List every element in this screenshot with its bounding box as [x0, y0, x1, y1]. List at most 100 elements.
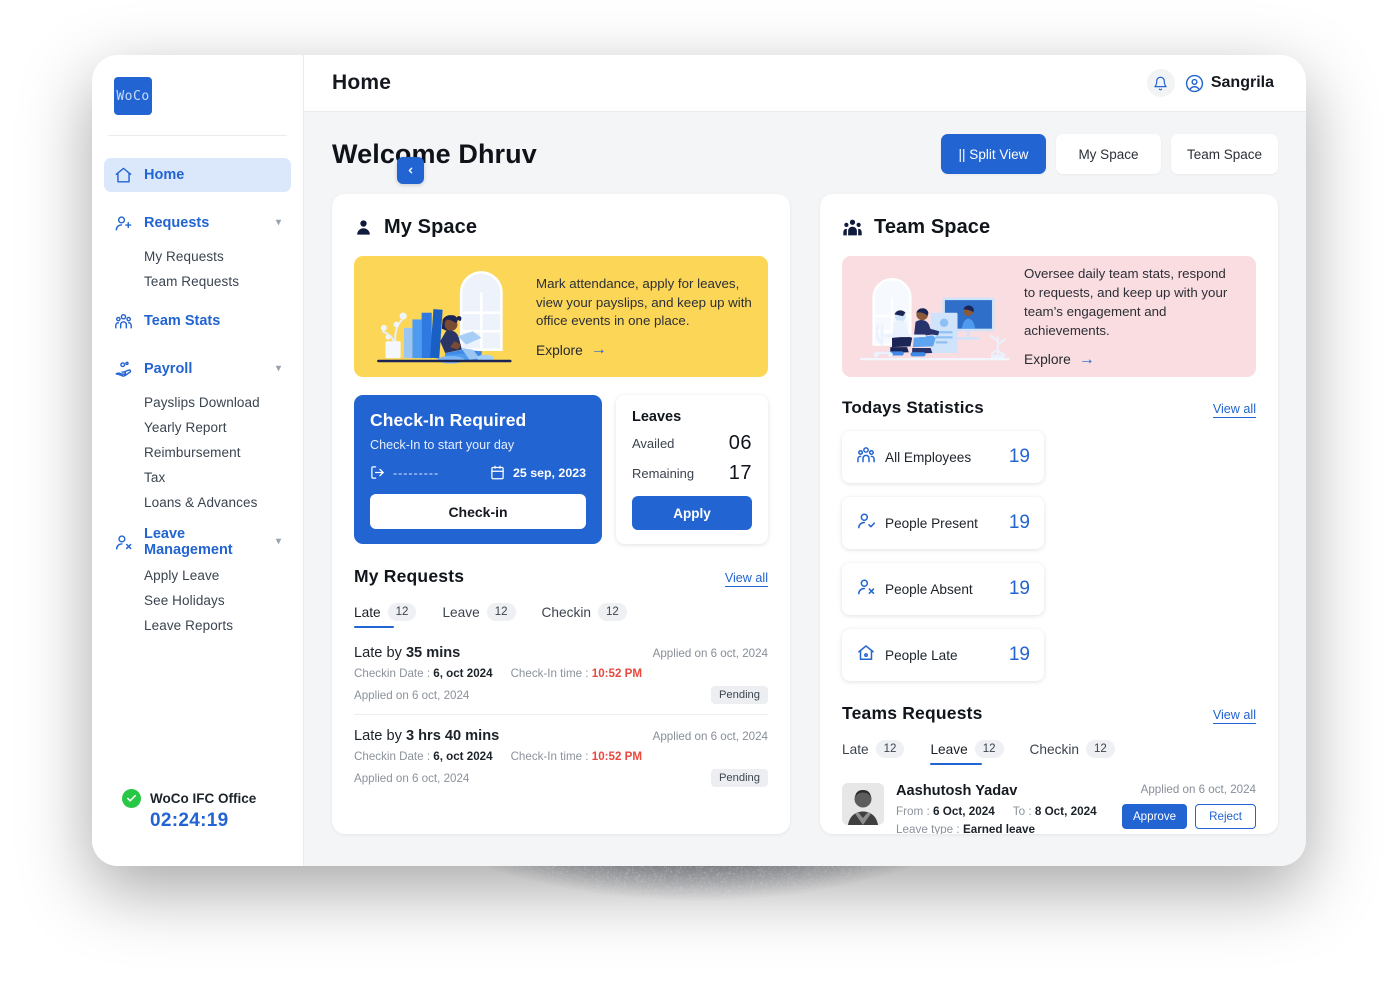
tab-late[interactable]: Late 12	[842, 740, 904, 765]
app-window: WoCo Home Requests ▾ My Requests Team Reques…	[92, 55, 1306, 866]
stat-card-all-employees[interactable]: All Employees 19	[842, 431, 1044, 483]
welcome-title: Welcome Dhruv	[332, 139, 537, 170]
my-request-item[interactable]: Late by 35 mins Applied on 6 oct, 2024 C…	[354, 632, 768, 715]
app-logo[interactable]: WoCo	[114, 77, 152, 115]
stat-card-people-absent[interactable]: People Absent 19	[842, 563, 1044, 615]
notification-bell-button[interactable]	[1147, 69, 1175, 97]
sidebar-item-requests[interactable]: Requests ▾	[104, 206, 291, 240]
statistics-grid: All Employees 19 People Present 19 People Ab…	[842, 431, 1256, 681]
chevron-left-icon	[406, 166, 415, 175]
office-status: WoCo IFC Office 02:24:19	[92, 789, 303, 866]
leave-to-value: 8 Oct, 2024	[1035, 805, 1097, 818]
arrow-right-icon: →	[591, 342, 607, 358]
request-applied-footer: Applied on 6 oct, 2024	[354, 772, 469, 785]
sidebar-subitem-apply-leave[interactable]: Apply Leave	[104, 563, 291, 588]
sidebar: WoCo Home Requests ▾ My Requests Team Reques…	[92, 55, 304, 866]
leave-from-value: 6 Oct, 2024	[933, 805, 995, 818]
sidebar-item-leave-management[interactable]: Leave Management ▾	[104, 525, 291, 559]
tab-leave[interactable]: Leave 12	[930, 740, 1003, 765]
team-requests-title: Teams Requests	[842, 703, 983, 724]
tab-late[interactable]: Late 12	[354, 603, 416, 628]
user-menu[interactable]: Sangrila	[1185, 74, 1274, 93]
sidebar-subitem-reimbursement[interactable]: Reimbursement	[104, 440, 291, 465]
team-space-header: Team Space	[842, 216, 1256, 239]
sidebar-subitem-leave-reports[interactable]: Leave Reports	[104, 613, 291, 638]
checkin-time-label: Check-In time :	[511, 750, 592, 763]
team-requests-block: Teams Requests View all Late 12 Leave 12 Che…	[842, 703, 1256, 834]
sidebar-nav: Home Requests ▾ My Requests Team Requests Tea…	[92, 158, 303, 648]
content: Welcome Dhruv || Split View My Space Team …	[304, 112, 1306, 866]
sidebar-subitem-my-requests[interactable]: My Requests	[104, 244, 291, 269]
tab-checkin[interactable]: Checkin 12	[1030, 740, 1115, 765]
reject-button[interactable]: Reject	[1195, 804, 1256, 829]
sidebar-collapse-button[interactable]	[397, 157, 424, 184]
checkin-time-label: Check-In time :	[511, 667, 592, 680]
leave-to: To : 8 Oct, 2024	[1013, 805, 1097, 818]
tab-label: Leave	[442, 605, 479, 620]
sidebar-subitem-yearly-report[interactable]: Yearly Report	[104, 415, 291, 440]
stat-value: 19	[1009, 644, 1030, 666]
my-space-banner-text: Mark attendance, apply for leaves, view …	[536, 275, 752, 332]
leave-value: 17	[729, 462, 752, 485]
team-space-explore-link[interactable]: Explore →	[1024, 352, 1240, 368]
nav-spacer	[104, 196, 291, 206]
checkin-time-value: 10:52 PM	[592, 667, 642, 680]
checkin-subtitle: Check-In to start your day	[370, 438, 586, 452]
view-button-split-view[interactable]: || Split View	[941, 134, 1046, 174]
tab-checkin[interactable]: Checkin 12	[542, 603, 627, 628]
tab-leave[interactable]: Leave 12	[442, 603, 515, 628]
apply-leave-button[interactable]: Apply	[632, 496, 752, 530]
tab-count: 12	[388, 603, 417, 621]
view-button-my-space[interactable]: My Space	[1056, 134, 1161, 174]
sidebar-item-label: Home	[144, 167, 184, 183]
sidebar-subitem-loans-advances[interactable]: Loans & Advances	[104, 490, 291, 515]
my-space-explore-link[interactable]: Explore →	[536, 342, 752, 358]
sidebar-item-payroll[interactable]: Payroll ▾	[104, 352, 291, 386]
request-duration: 35 mins	[406, 645, 460, 661]
topbar-right: Sangrila	[1147, 69, 1274, 97]
request-footer: Applied on 6 oct, 2024 Pending	[354, 769, 768, 787]
stat-label: All Employees	[885, 450, 971, 465]
my-requests-view-all[interactable]: View all	[725, 570, 768, 587]
checkin-date-value: 25 sep, 2023	[513, 466, 586, 480]
leave-row: Availed 06	[632, 432, 752, 455]
person-icon	[354, 218, 373, 237]
leave-type-label: Leave type :	[896, 823, 963, 834]
user-circle-icon	[1185, 74, 1204, 93]
sidebar-subitem-team-requests[interactable]: Team Requests	[104, 269, 291, 294]
view-button-team-space[interactable]: Team Space	[1171, 134, 1278, 174]
sidebar-item-label: Leave Management	[144, 526, 265, 558]
stat-card-people-late[interactable]: People Late 19	[842, 629, 1044, 681]
checkin-title: Check-In Required	[370, 410, 586, 431]
tab-label: Late	[842, 742, 869, 757]
sidebar-item-label: Payroll	[144, 361, 192, 377]
sidebar-subitem-payslips-download[interactable]: Payslips Download	[104, 390, 291, 415]
status-badge: Pending	[711, 769, 768, 787]
statistics-view-all[interactable]: View all	[1213, 401, 1256, 418]
my-requests-tabs: Late 12 Leave 12 Checkin 12	[354, 603, 768, 628]
my-request-item[interactable]: Late by 3 hrs 40 mins Applied on 6 oct, …	[354, 715, 768, 797]
request-headline: Late by 3 hrs 40 mins Applied on 6 oct, …	[354, 728, 768, 744]
check-in-button[interactable]: Check-in	[370, 494, 586, 529]
my-space-explore-label: Explore	[536, 343, 583, 358]
check-circle-icon	[122, 789, 141, 808]
page-title: Home	[332, 71, 391, 95]
stat-label: People Absent	[885, 582, 973, 597]
checkin-card: Check-In Required Check-In to start your…	[354, 395, 602, 544]
sidebar-item-home[interactable]: Home	[104, 158, 291, 192]
my-space-header: My Space	[354, 216, 768, 239]
leaves-title: Leaves	[632, 409, 752, 425]
sidebar-item-team-stats[interactable]: Team Stats	[104, 304, 291, 338]
team-space-banner-body: Oversee daily team stats, respond to req…	[1024, 265, 1240, 368]
tab-count: 12	[598, 603, 627, 621]
sidebar-subitem-see-holidays[interactable]: See Holidays	[104, 588, 291, 613]
checkin-time-value: 10:52 PM	[592, 750, 642, 763]
team-requests-view-all[interactable]: View all	[1213, 707, 1256, 724]
approve-button[interactable]: Approve	[1122, 804, 1187, 829]
tab-label: Leave	[930, 742, 967, 757]
stat-card-people-present[interactable]: People Present 19	[842, 497, 1044, 549]
sidebar-subitem-tax[interactable]: Tax	[104, 465, 291, 490]
my-requests-header: My Requests View all	[354, 566, 768, 587]
request-details: Checkin Date : 6, oct 2024 Check-In time…	[354, 667, 768, 680]
office-timer: 02:24:19	[150, 810, 303, 832]
